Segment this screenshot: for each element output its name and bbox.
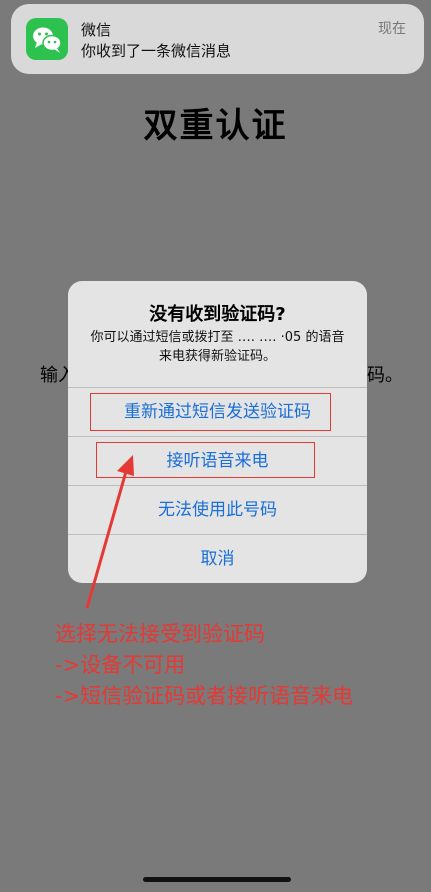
- annotation-line-3: ->短信验证码或者接听语音来电: [55, 684, 354, 708]
- home-indicator[interactable]: [143, 877, 291, 882]
- annotation-line-2: ->设备不可用: [55, 653, 186, 677]
- annotation-line-1: 选择无法接受到验证码: [55, 622, 265, 646]
- annotation-arrow: [85, 455, 134, 609]
